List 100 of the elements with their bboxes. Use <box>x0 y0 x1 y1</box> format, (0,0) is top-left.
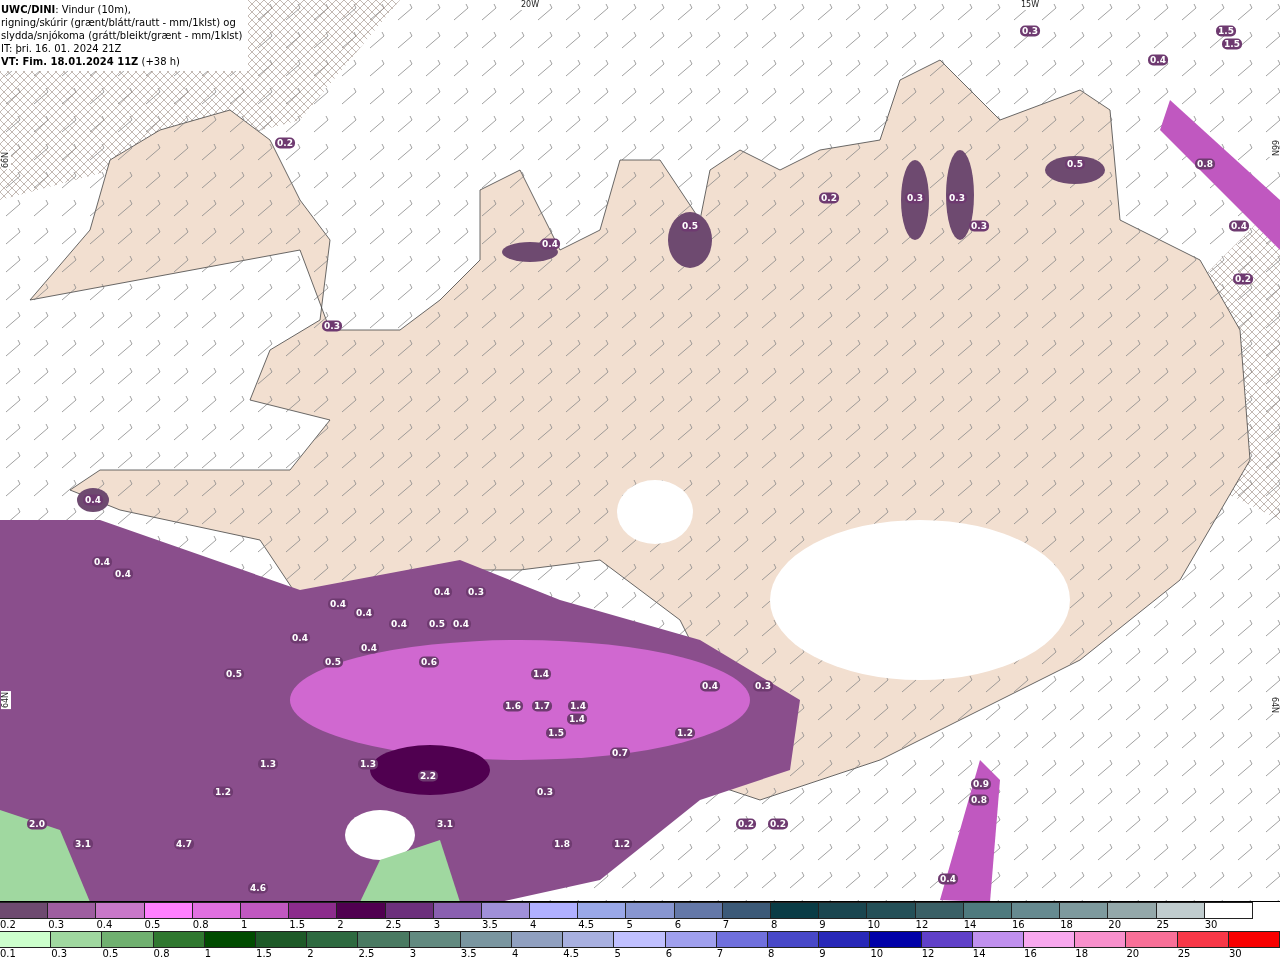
precipitation-value-label: 0.5 <box>680 220 700 232</box>
legend-label: 9 <box>819 919 827 931</box>
precipitation-value-label: 0.4 <box>1229 220 1249 232</box>
legend-label: 18 <box>1075 948 1089 960</box>
precipitation-value-label: 0.4 <box>359 642 379 654</box>
precipitation-value-label: 1.5 <box>1222 38 1242 50</box>
precipitation-value-label: 0.8 <box>969 794 989 806</box>
precipitation-value-label: 0.2 <box>1233 273 1253 285</box>
legend-label: 3 <box>409 948 417 960</box>
legend-label: 8 <box>768 948 776 960</box>
precipitation-value-label: 1.3 <box>358 758 378 770</box>
precipitation-value-label: 0.4 <box>540 238 560 250</box>
map-title-line: VT: Fim. 18.01.2024 11Z (+38 h) <box>1 55 181 68</box>
legend-label: 2.5 <box>358 948 376 960</box>
legend-label: 6 <box>665 948 673 960</box>
legend-label: 8 <box>771 919 779 931</box>
grid-coordinate-label: 15W <box>1019 0 1041 10</box>
precipitation-value-label: 4.7 <box>174 838 194 850</box>
precipitation-value-label: 0.4 <box>113 568 133 580</box>
legend-label: 4.5 <box>578 919 596 931</box>
legend-label: 6 <box>674 919 682 931</box>
precipitation-value-label: 4.6 <box>248 882 268 894</box>
legend-label: 2.5 <box>385 919 403 931</box>
precipitation-value-label: 3.1 <box>73 838 93 850</box>
precipitation-value-label: 1.2 <box>675 727 695 739</box>
map-title-line: UWC/DINI: Vindur (10m), <box>1 3 132 16</box>
precipitation-value-label: 0.3 <box>466 586 486 598</box>
legend-label: 0.2 <box>0 919 17 931</box>
precipitation-value-label: 0.4 <box>290 632 310 644</box>
legend-label: 1 <box>240 919 249 931</box>
precipitation-value-label: 0.3 <box>905 192 925 204</box>
legend-label: 12 <box>921 948 936 960</box>
precipitation-value-label: 3.1 <box>435 818 455 830</box>
precipitation-value-label: 0.3 <box>753 680 773 692</box>
legend-label: 5 <box>626 919 634 931</box>
legend-label: 25 <box>1156 919 1171 931</box>
precipitation-value-label: 1.4 <box>567 713 587 725</box>
legend-label: 4 <box>530 919 538 931</box>
legend-label: 1.5 <box>289 919 307 931</box>
map-title-line: IT: þri. 16. 01. 2024 21Z <box>1 42 123 55</box>
legend-label: 10 <box>867 919 882 931</box>
legend-label: 7 <box>722 919 731 931</box>
precipitation-value-label: 0.2 <box>736 818 756 830</box>
legend-label: 1 <box>204 948 213 960</box>
precipitation-value-label: 0.2 <box>275 137 295 149</box>
precipitation-value-label: 0.5 <box>1065 158 1085 170</box>
legend-label: 16 <box>1011 919 1026 931</box>
precipitation-value-label: 1.3 <box>258 758 278 770</box>
legend-label: 1.5 <box>256 948 273 960</box>
grid-coordinate-label: 64N <box>1 690 11 710</box>
precipitation-value-label: 0.7 <box>610 747 630 759</box>
legend-label: 25 <box>1177 948 1192 960</box>
precipitation-value-label: 0.4 <box>389 618 409 630</box>
legend-label: 0.4 <box>96 919 114 931</box>
legend-label: 20 <box>1126 948 1141 960</box>
precipitation-value-label: 2.2 <box>418 770 438 782</box>
legend-label: 30 <box>1228 948 1243 960</box>
precipitation-value-label: 1.6 <box>503 700 523 712</box>
precipitation-value-label: 1.4 <box>531 668 551 680</box>
precipitation-value-label: 1.4 <box>568 700 588 712</box>
grid-coordinate-label: 20W <box>519 0 541 10</box>
precipitation-value-label: 0.3 <box>1020 25 1040 37</box>
precipitation-value-label: 0.2 <box>819 192 839 204</box>
legend-label: 0.3 <box>51 948 69 960</box>
precipitation-value-label: 0.9 <box>971 778 991 790</box>
precipitation-value-label: 0.4 <box>432 586 452 598</box>
precipitation-value-label: 0.5 <box>224 668 244 680</box>
precipitation-value-label: 1.5 <box>546 727 566 739</box>
map-title-line: slydda/snjókoma (grátt/bleikt/grænt - mm/1klst) <box>1 29 243 42</box>
precipitation-value-label: 0.4 <box>1148 54 1168 66</box>
precipitation-value-label: 0.4 <box>451 618 471 630</box>
legend-label: 20 <box>1108 919 1123 931</box>
precipitation-value-label: 0.5 <box>427 618 447 630</box>
legend-label: 0.1 <box>0 948 17 960</box>
legend-label: 4 <box>512 948 520 960</box>
precipitation-value-label: 1.7 <box>532 700 552 712</box>
grid-coordinate-label: 66N <box>1 150 11 170</box>
precipitation-value-label: 2.0 <box>27 818 47 830</box>
legend-label: 0.8 <box>192 919 210 931</box>
precipitation-value-label: 0.4 <box>354 607 374 619</box>
precipitation-value-label: 0.3 <box>322 320 342 332</box>
legend-label: 18 <box>1060 919 1074 931</box>
precipitation-value-label: 0.4 <box>92 556 112 568</box>
precipitation-value-label: 1.5 <box>1216 25 1236 37</box>
legend-label: 3.5 <box>460 948 478 960</box>
legend-label: 0.3 <box>48 919 66 931</box>
legend-label: 5 <box>614 948 622 960</box>
precipitation-value-label: 0.6 <box>419 656 439 668</box>
precipitation-value-label: 1.8 <box>552 838 572 850</box>
legend-label: 4.5 <box>563 948 581 960</box>
precipitation-value-label: 0.4 <box>700 680 720 692</box>
legend-label: 14 <box>972 948 987 960</box>
precipitation-value-label: 0.5 <box>323 656 343 668</box>
precipitation-value-label: 0.4 <box>328 598 348 610</box>
legend-label: 0.5 <box>102 948 120 960</box>
legend-label: 12 <box>915 919 930 931</box>
legend-label: 7 <box>716 948 725 960</box>
grid-coordinate-label: 66N <box>1269 138 1279 158</box>
precipitation-value-label: 0.8 <box>1195 158 1215 170</box>
legend-label: 2 <box>337 919 345 931</box>
